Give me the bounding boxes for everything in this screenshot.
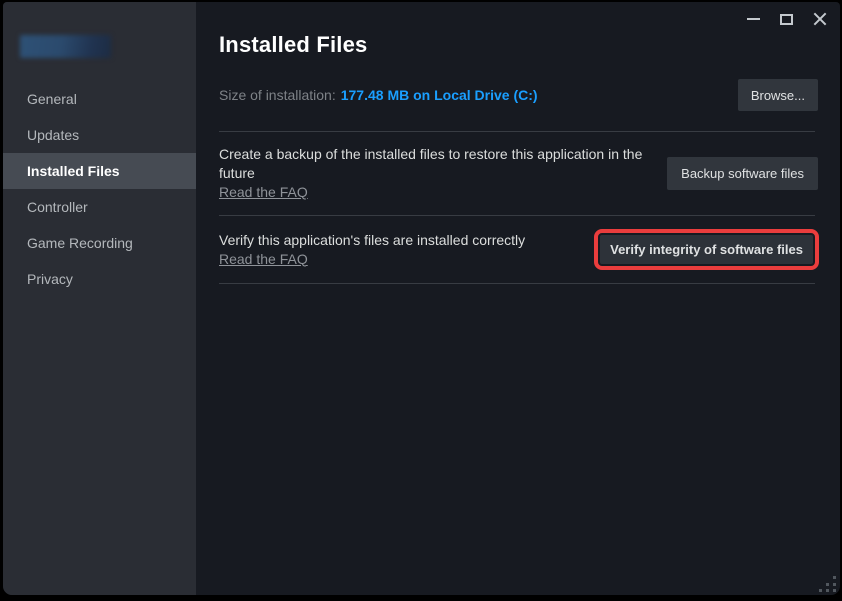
browse-button[interactable]: Browse... [737,79,818,111]
sidebar-item-updates[interactable]: Updates [3,117,196,153]
installation-size-row: Size of installation: 177.48 MB on Local… [219,79,818,111]
page-title: Installed Files [219,32,368,57]
maximize-icon [780,13,793,25]
verify-faq-link[interactable]: Read the FAQ [219,250,308,268]
verify-integrity-button[interactable]: Verify integrity of software files [600,235,813,264]
resize-grip[interactable] [819,575,837,592]
sidebar-item-privacy[interactable]: Privacy [3,261,196,297]
backup-faq-link[interactable]: Read the FAQ [219,183,308,201]
sidebar-item-general[interactable]: General [3,81,196,117]
sidebar-item-controller[interactable]: Controller [3,189,196,225]
main-panel: Installed Files Size of installation: 17… [196,2,840,595]
verify-description: Verify this application's files are inst… [219,231,526,248]
minimize-button[interactable] [737,7,770,31]
sidebar-item-installed-files[interactable]: Installed Files [3,153,196,189]
close-icon [812,11,828,27]
app-title-redacted [20,35,111,58]
settings-sidebar: General Updates Installed Files Controll… [3,2,196,595]
app-properties-window: General Updates Installed Files Controll… [3,2,840,595]
red-annotation-box: Verify integrity of software files [594,229,819,270]
window-controls [737,7,836,31]
divider [219,283,815,284]
backup-software-files-button[interactable]: Backup software files [667,157,818,190]
verify-row: Verify this application's files are inst… [219,216,819,283]
close-button[interactable] [803,7,836,31]
minimize-icon [747,18,760,20]
maximize-button[interactable] [770,7,803,31]
installed-files-content: Installed Files Size of installation: 17… [196,2,840,284]
size-label: Size of installation: [219,87,336,103]
sidebar-item-game-recording[interactable]: Game Recording [3,225,196,261]
backup-text-block: Create a backup of the installed files t… [219,145,667,202]
backup-row: Create a backup of the installed files t… [219,132,818,215]
sidebar-nav: General Updates Installed Files Controll… [3,81,196,297]
backup-description: Create a backup of the installed files t… [219,146,643,181]
size-value: 177.48 MB on Local Drive (C:) [340,87,538,103]
verify-text-block: Verify this application's files are inst… [219,231,525,269]
